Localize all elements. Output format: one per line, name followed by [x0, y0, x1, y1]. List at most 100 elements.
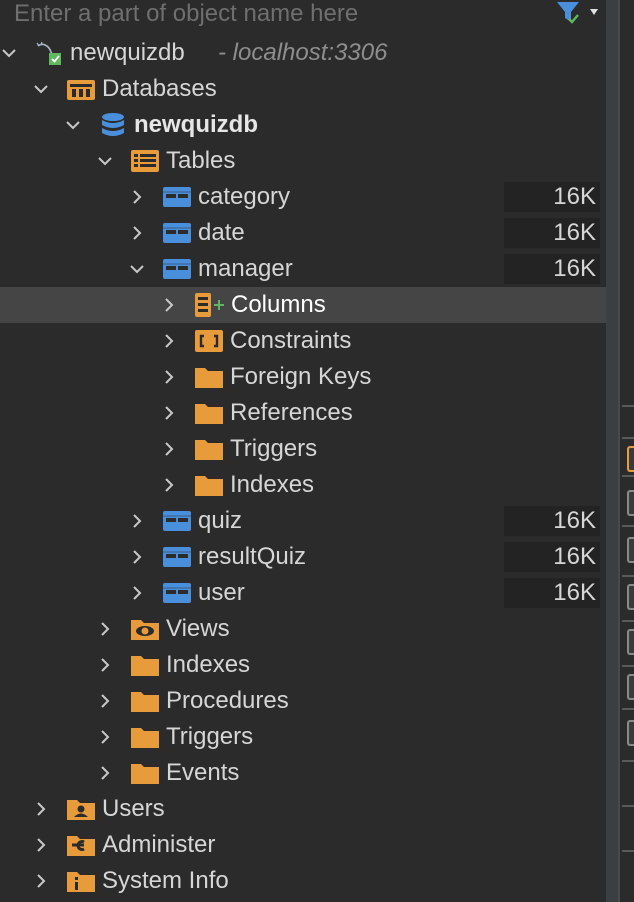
right-side-strip [620, 0, 634, 902]
mysql-dolphin-icon [35, 40, 63, 66]
tree-item-tables[interactable]: Tables [0, 143, 606, 179]
tree-item-label: Constraints [230, 327, 352, 354]
tree-item-label: resultQuiz [198, 543, 307, 570]
chevron-right-icon[interactable] [96, 692, 114, 710]
tree-item-label: category [198, 183, 291, 210]
tree-item-category[interactable]: category 16K [0, 179, 606, 215]
panel-splitter[interactable] [606, 0, 620, 902]
tree-item-label: Databases [102, 75, 217, 102]
chevron-down-icon[interactable] [96, 152, 114, 170]
chevron-down-icon[interactable] [128, 260, 146, 278]
chevron-right-icon[interactable] [160, 296, 178, 314]
tree-item-label: References [230, 399, 353, 426]
folder-icon [131, 688, 159, 714]
chevron-down-icon[interactable] [0, 44, 18, 62]
tree-item-label: Procedures [166, 687, 289, 714]
tree-item-views[interactable]: Views [0, 611, 606, 647]
tree-item-label: date [198, 219, 245, 246]
chevron-right-icon[interactable] [96, 620, 114, 638]
table-size-badge: 16K [504, 506, 600, 536]
tree-item-label: Indexes [230, 471, 315, 498]
chevron-right-icon[interactable] [160, 332, 178, 350]
tree-item-events[interactable]: Events [0, 755, 606, 791]
chevron-right-icon[interactable] [128, 548, 146, 566]
tree-item-users[interactable]: Users [0, 791, 606, 827]
tree-item-procedures[interactable]: Procedures [0, 683, 606, 719]
chevron-right-icon[interactable] [128, 188, 146, 206]
chevron-right-icon[interactable] [32, 836, 50, 854]
chevron-right-icon[interactable] [96, 764, 114, 782]
administer-icon [67, 832, 95, 858]
search-bar [0, 0, 606, 30]
chevron-right-icon[interactable] [32, 800, 50, 818]
table-icon [163, 580, 191, 606]
table-size-value: 16K [553, 255, 596, 282]
tree-item-label: quiz [198, 507, 243, 534]
tree-item-resultquiz[interactable]: resultQuiz 16K [0, 539, 606, 575]
tree-item-quiz[interactable]: quiz 16K [0, 503, 606, 539]
table-size-badge: 16K [504, 182, 600, 212]
tree-item-label: newquizdb [70, 39, 185, 66]
tree-item-label: manager [198, 255, 293, 282]
chevron-right-icon[interactable] [128, 512, 146, 530]
table-size-value: 16K [553, 219, 596, 246]
table-size-badge: 16K [504, 542, 600, 572]
chevron-down-icon[interactable] [64, 116, 82, 134]
tree-item-label: Columns [231, 291, 326, 318]
chevron-right-icon[interactable] [128, 224, 146, 242]
tree-item-triggers[interactable]: Triggers [0, 719, 606, 755]
connection-host-label: - localhost:3306 [218, 39, 388, 66]
chevron-right-icon[interactable] [128, 584, 146, 602]
tree-item-label: Users [102, 795, 165, 822]
folder-icon [195, 364, 223, 390]
search-input[interactable] [10, 0, 534, 28]
tree-item-label: user [198, 579, 245, 606]
tree-item-label: Events [166, 759, 240, 786]
tree-item-columns[interactable]: Columns [0, 287, 606, 323]
database-icon [99, 112, 127, 138]
folder-icon [195, 472, 223, 498]
tree-item-databases[interactable]: Databases [0, 71, 606, 107]
tree-item-constraints[interactable]: Constraints [0, 323, 606, 359]
chevron-right-icon[interactable] [32, 872, 50, 890]
tree-item-label: System Info [102, 867, 229, 894]
tree-item-indexes[interactable]: Indexes [0, 647, 606, 683]
databases-icon [67, 76, 95, 102]
folder-icon [131, 760, 159, 786]
tree-item-label: Administer [102, 831, 216, 858]
tree-item-triggers[interactable]: Triggers [0, 431, 606, 467]
tree-item-label: Triggers [230, 435, 318, 462]
chevron-right-icon[interactable] [96, 656, 114, 674]
tree-item-references[interactable]: References [0, 395, 606, 431]
views-icon [131, 616, 159, 642]
system-info-icon [67, 868, 95, 894]
chevron-right-icon[interactable] [96, 728, 114, 746]
folder-icon [195, 436, 223, 462]
folder-icon [195, 400, 223, 426]
tree-item-indexes[interactable]: Indexes [0, 467, 606, 503]
filter-icon[interactable] [554, 0, 600, 26]
tree-item-date[interactable]: date 16K [0, 215, 606, 251]
tree-item-newquizdb[interactable]: newquizdb [0, 107, 606, 143]
tree-item-user[interactable]: user 16K [0, 575, 606, 611]
table-size-value: 16K [553, 543, 596, 570]
tree-item-label: newquizdb [134, 111, 258, 138]
tree-item-label: Tables [166, 147, 236, 174]
chevron-right-icon[interactable] [160, 440, 178, 458]
tree-item-label: Foreign Keys [230, 363, 372, 390]
chevron-right-icon[interactable] [160, 404, 178, 422]
table-icon [163, 220, 191, 246]
table-size-badge: 16K [504, 254, 600, 284]
table-icon [163, 544, 191, 570]
tree-item-label: Indexes [166, 651, 251, 678]
constraints-icon [195, 328, 223, 354]
tree-item-administer[interactable]: Administer [0, 827, 606, 863]
chevron-right-icon[interactable] [160, 368, 178, 386]
tree-item-foreign-keys[interactable]: Foreign Keys [0, 359, 606, 395]
chevron-right-icon[interactable] [160, 476, 178, 494]
tree-item-manager[interactable]: manager 16K [0, 251, 606, 287]
tree-item-system-info[interactable]: System Info [0, 863, 606, 899]
chevron-down-icon[interactable] [32, 80, 50, 98]
folder-icon [131, 724, 159, 750]
tree-item-newquizdb[interactable]: newquizdb - localhost:3306 [0, 35, 606, 71]
